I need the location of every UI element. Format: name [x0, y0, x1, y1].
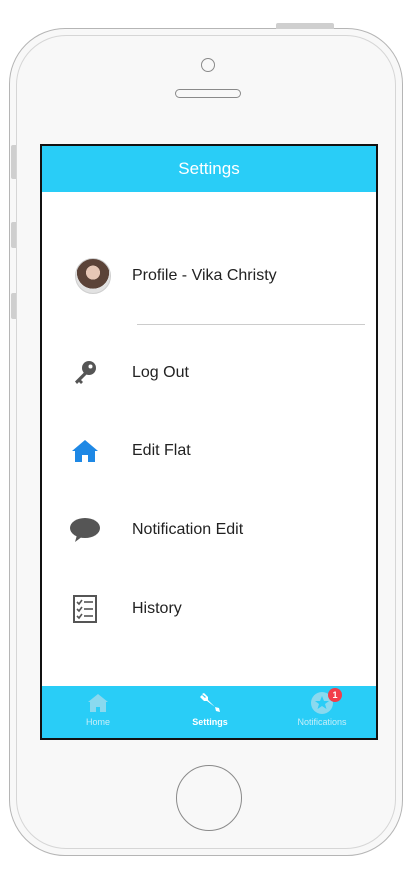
tab-bar: Home Settings 1 Notifications: [42, 686, 376, 738]
tab-notifications[interactable]: 1 Notifications: [266, 686, 376, 738]
divider: [137, 324, 365, 325]
logout-label: Log Out: [132, 364, 189, 381]
tab-home-label: Home: [85, 717, 110, 727]
edit-flat-label: Edit Flat: [132, 442, 191, 459]
key-icon: [68, 356, 102, 390]
avatar: [75, 258, 111, 294]
notification-edit-row[interactable]: Notification Edit: [42, 506, 376, 554]
tab-home[interactable]: Home: [42, 686, 154, 738]
history-row[interactable]: History: [42, 585, 376, 633]
speech-bubble-icon: [68, 513, 102, 547]
tab-settings[interactable]: Settings: [154, 686, 266, 738]
profile-label: Profile - Vika Christy: [132, 267, 277, 284]
tab-notifications-label: Notifications: [297, 717, 347, 727]
notification-badge: 1: [328, 688, 342, 702]
tab-settings-label: Settings: [192, 717, 228, 727]
logout-row[interactable]: Log Out: [42, 349, 376, 397]
star-badge-icon: 1: [310, 688, 342, 714]
app-screen: Settings Profile - Vika Christy Log Out …: [40, 144, 378, 740]
edit-flat-row[interactable]: Edit Flat: [42, 427, 376, 475]
earpiece-speaker: [175, 89, 241, 98]
page-title: Settings: [178, 159, 240, 178]
home-icon: [68, 434, 102, 468]
home-hardware-button[interactable]: [176, 765, 242, 831]
history-label: History: [132, 600, 182, 617]
power-button: [276, 23, 334, 29]
wrench-icon: [198, 692, 222, 714]
header-bar: Settings: [42, 146, 376, 192]
notification-edit-label: Notification Edit: [132, 521, 244, 538]
volume-down-button: [11, 293, 16, 319]
volume-up-button: [11, 222, 16, 248]
front-camera: [201, 58, 215, 72]
home-icon: [87, 692, 109, 714]
profile-row[interactable]: Profile - Vika Christy: [42, 252, 376, 300]
mute-switch: [11, 145, 16, 179]
checklist-icon: [68, 592, 102, 626]
